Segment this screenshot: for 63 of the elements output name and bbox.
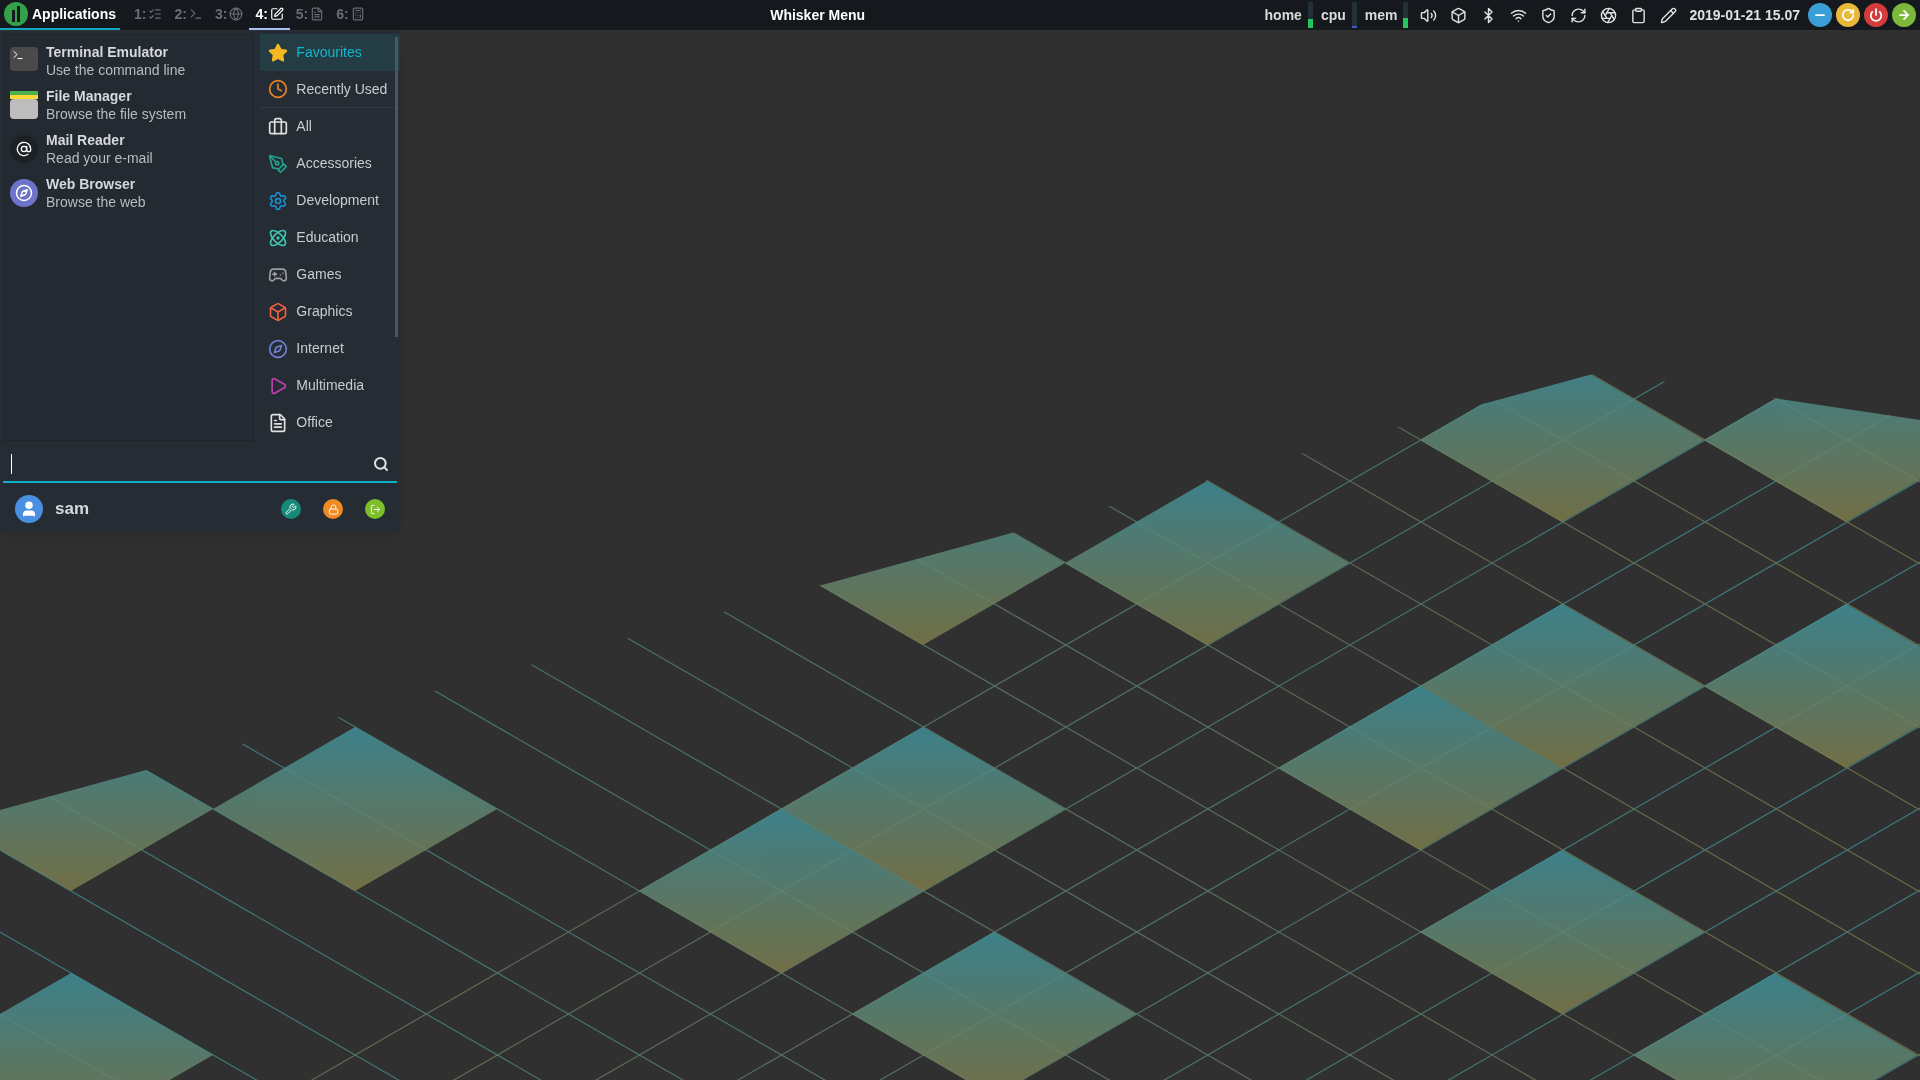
- category-item[interactable]: Internet: [260, 330, 400, 367]
- logout-icon[interactable]: [365, 499, 385, 519]
- user-avatar-icon: [15, 495, 43, 523]
- launcher-title: Terminal Emulator: [46, 43, 169, 61]
- restart-icon[interactable]: [1836, 3, 1860, 27]
- clipboard-icon[interactable]: [1630, 6, 1648, 24]
- compass-icon: [10, 179, 38, 207]
- launcher-description: Use the command line: [46, 61, 186, 79]
- monitor-label: cpu: [1320, 5, 1346, 25]
- launcher-description: Browse the web: [46, 193, 146, 211]
- launcher-item[interactable]: Web Browser Browse the web: [4, 175, 254, 211]
- launcher-title: Web Browser: [46, 175, 137, 193]
- minus-icon[interactable]: [1808, 3, 1832, 27]
- launcher-item[interactable]: File Manager Browse the file system: [4, 87, 254, 123]
- sync-icon[interactable]: [1570, 6, 1588, 24]
- launcher-description: Read your e-mail: [46, 149, 153, 167]
- monitor-label: home: [1264, 5, 1302, 25]
- play-icon: [268, 375, 289, 396]
- lock-icon[interactable]: [323, 499, 343, 519]
- category-item[interactable]: Favourites: [260, 34, 400, 71]
- launcher-description: Browse the file system: [46, 105, 187, 123]
- category-item[interactable]: All: [260, 108, 400, 145]
- user-name: sam: [55, 498, 90, 521]
- power-icon[interactable]: [1864, 3, 1888, 27]
- window-title: Whisker Menu: [770, 5, 866, 25]
- aperture-icon[interactable]: [1600, 6, 1618, 24]
- category-item[interactable]: Games: [260, 256, 400, 293]
- category-item[interactable]: Office: [260, 404, 400, 441]
- category-item[interactable]: Graphics: [260, 293, 400, 330]
- star-icon: [268, 42, 289, 63]
- gear-icon: [268, 190, 289, 211]
- at-sign-icon: [10, 135, 38, 163]
- compass-icon: [268, 338, 289, 359]
- settings-icon[interactable]: [281, 499, 301, 519]
- box-icon[interactable]: [1450, 6, 1468, 24]
- scrollbar-thumb[interactable]: [395, 37, 398, 337]
- edit-icon: [269, 7, 284, 21]
- checklist-icon: [148, 7, 163, 21]
- category-item[interactable]: Development: [260, 182, 400, 219]
- clock[interactable]: 2019-01-21 15.07: [1689, 4, 1800, 26]
- terminal-icon: [10, 47, 38, 71]
- atom-icon: [268, 227, 289, 248]
- monitor-label: mem: [1364, 5, 1398, 25]
- search-icon: [373, 456, 389, 472]
- clock-icon: [268, 79, 289, 99]
- category-item[interactable]: Education: [260, 219, 400, 256]
- launcher-title: Mail Reader: [46, 131, 126, 149]
- calculator-icon: [350, 7, 365, 21]
- volume-icon[interactable]: [1420, 6, 1438, 24]
- category-item[interactable]: Accessories: [260, 145, 400, 182]
- shield-icon[interactable]: [1540, 6, 1558, 24]
- launcher-item[interactable]: Terminal Emulator Use the command line: [4, 43, 254, 79]
- logout-icon[interactable]: [1892, 3, 1916, 27]
- globe-icon: [229, 7, 244, 21]
- workspace-button[interactable]: 3:: [208, 0, 250, 30]
- briefcase-icon: [268, 116, 289, 137]
- terminal-icon: [188, 7, 203, 21]
- launcher-title: File Manager: [46, 87, 133, 105]
- pencil-icon[interactable]: [1660, 6, 1678, 24]
- category-item[interactable]: Multimedia: [260, 367, 400, 404]
- folder-icon: [10, 91, 38, 119]
- document-icon: [310, 7, 325, 21]
- launcher-item[interactable]: Mail Reader Read your e-mail: [4, 131, 254, 167]
